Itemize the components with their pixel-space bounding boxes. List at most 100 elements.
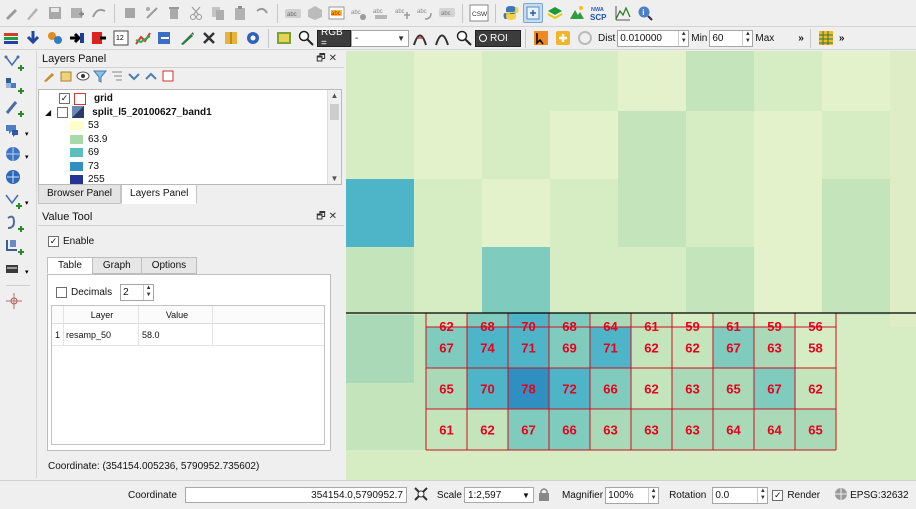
show-label-icon[interactable]: abc (371, 3, 391, 23)
map-canvas[interactable]: 62 68 70 68 64 61 59 61 59 56 67 74 71 69 71 62 62 67 63 58… (346, 51, 916, 480)
label-box-icon[interactable] (305, 3, 325, 23)
panel-float-close-controls[interactable]: 🗗✕ (316, 51, 340, 68)
save-edits-icon[interactable] (45, 3, 65, 23)
user-manual-icon[interactable] (221, 28, 241, 48)
label-tool-icon[interactable]: abc (283, 3, 303, 23)
tab-table[interactable]: Table (47, 257, 93, 274)
add-wfs-icon[interactable] (4, 167, 32, 189)
band-set-icon[interactable] (1, 28, 21, 48)
scp-dock-icon[interactable] (274, 28, 294, 48)
identify-icon[interactable]: i (635, 3, 655, 23)
min-spinbox[interactable]: 60 ▲ ▼ (709, 29, 754, 47)
digitize-icon[interactable] (89, 3, 109, 23)
copy-icon[interactable] (208, 3, 228, 23)
add-feature-icon[interactable] (67, 3, 87, 23)
layer-visibility-checkbox[interactable]: ✓ (59, 93, 70, 105)
move-label-icon[interactable]: abc (393, 3, 413, 23)
tools-icon[interactable] (45, 28, 65, 48)
layer-stack-icon[interactable] (545, 3, 565, 23)
decimals-checkbox[interactable] (56, 287, 67, 298)
dist-spinbox[interactable]: 0.010000 ▲ ▼ (617, 29, 690, 47)
paste-icon[interactable] (230, 3, 250, 23)
remove-layer-icon[interactable] (161, 69, 175, 86)
collapse-all-icon[interactable] (144, 69, 158, 86)
preprocessing-icon[interactable] (67, 28, 87, 48)
add-delimited-icon[interactable]: ▾ (4, 190, 32, 212)
scale-combobox[interactable]: 1:2,597 ▼ (463, 487, 534, 503)
layer-tree-scrollbar[interactable]: ▲ ▼ (327, 90, 341, 184)
filter-legend-icon[interactable] (110, 69, 124, 86)
add-group-icon[interactable] (59, 69, 73, 86)
roi-toggle[interactable]: ROI (475, 29, 521, 47)
tab-layers-panel[interactable]: Layers Panel (121, 185, 198, 204)
layer-row-grid[interactable]: ✓ grid (39, 92, 341, 106)
enable-checkbox[interactable]: ✓ (48, 236, 59, 247)
download-icon[interactable] (23, 28, 43, 48)
crs-globe-icon[interactable] (834, 487, 848, 504)
zoom-roi-icon[interactable] (454, 28, 474, 48)
decimals-spinbox[interactable]: 2 ▲ ▼ (120, 284, 155, 301)
pin-label-icon[interactable]: abc (349, 3, 369, 23)
help-gear-icon[interactable] (243, 28, 263, 48)
rgb-local-stretch-icon[interactable] (410, 28, 430, 48)
crosshair-icon[interactable] (4, 290, 32, 312)
roi-add-icon[interactable] (553, 28, 573, 48)
style-brush-icon[interactable] (42, 69, 56, 86)
scroll-down-icon[interactable]: ▼ (328, 174, 341, 183)
toggle-edit-icon[interactable] (23, 3, 43, 23)
roi-pointer-icon[interactable] (531, 28, 551, 48)
expand-arrow-icon[interactable]: ◢ (45, 108, 51, 117)
change-label-icon[interactable]: abc (437, 3, 457, 23)
magnifier-spinbox[interactable]: 100% ▲ ▼ (605, 486, 660, 504)
coordinate-field[interactable]: 354154.0,5790952.7 (184, 487, 407, 503)
tab-browser-panel[interactable]: Browser Panel (38, 185, 122, 204)
zoom-input-icon[interactable] (296, 28, 316, 48)
tab-graph[interactable]: Graph (91, 257, 142, 274)
add-spatialite-icon[interactable] (4, 213, 32, 235)
toolbar-overflow-button[interactable]: » (798, 33, 804, 44)
terrain-icon[interactable] (567, 3, 587, 23)
rgb-stretch-icon[interactable] (432, 28, 452, 48)
nwa-scp-icon[interactable]: NWA SCP (589, 3, 611, 23)
lock-scale-icon[interactable] (538, 487, 550, 504)
add-mssql-icon[interactable] (4, 236, 32, 258)
node-tool-icon[interactable] (142, 3, 162, 23)
new-gpx-icon[interactable]: ▾ (4, 259, 32, 281)
add-wms-icon[interactable]: ▾ (4, 121, 32, 143)
layer-row-raster[interactable]: ◢ split_l5_20100627_band1 (39, 106, 341, 120)
cut-icon[interactable] (186, 3, 206, 23)
csw-icon[interactable]: CSW (468, 3, 490, 23)
move-feature-icon[interactable] (120, 3, 140, 23)
settings-wrench-icon[interactable] (199, 28, 219, 48)
crs-status[interactable]: EPSG:32632 (850, 490, 908, 501)
postprocessing-icon[interactable] (133, 28, 153, 48)
spectral-plot-icon[interactable] (613, 3, 633, 23)
expand-all-icon[interactable] (127, 69, 141, 86)
tab-options[interactable]: Options (140, 257, 198, 274)
rgb-combobox[interactable]: - ▼ (351, 29, 409, 47)
band-calc-icon[interactable]: 12 (111, 28, 131, 48)
column-header-layer[interactable]: Layer (64, 306, 139, 323)
add-raster-icon[interactable] (4, 75, 32, 97)
roi-redo-icon[interactable] (575, 28, 595, 48)
python-console-icon[interactable] (501, 3, 521, 23)
toolbar2-overflow-button[interactable]: » (839, 33, 845, 44)
scroll-up-icon[interactable]: ▲ (328, 91, 341, 100)
spreadsheet-icon[interactable] (816, 28, 836, 48)
rotation-spinbox[interactable]: 0.0 ▲ ▼ (712, 486, 769, 504)
value-tool-icon[interactable] (523, 3, 543, 23)
render-checkbox[interactable]: ✓ (772, 489, 784, 501)
panel-float-close-controls[interactable]: 🗗✕ (316, 209, 340, 226)
band-processing-icon[interactable] (89, 28, 109, 48)
add-vector-icon[interactable] (4, 52, 32, 74)
add-text-layer-icon[interactable] (4, 98, 32, 120)
add-wcs-icon[interactable]: ▾ (4, 144, 32, 166)
rotate-label-icon[interactable]: abc (415, 3, 435, 23)
extents-toggle-icon[interactable] (413, 486, 429, 505)
layer-visibility-checkbox[interactable] (57, 106, 69, 118)
filter-icon[interactable] (92, 69, 108, 86)
column-header-value[interactable]: Value (139, 306, 213, 323)
table-row[interactable]: 1 resamp_50 58.0 (52, 324, 324, 346)
label-highlight-icon[interactable]: abc (327, 3, 347, 23)
delete-icon[interactable] (164, 3, 184, 23)
